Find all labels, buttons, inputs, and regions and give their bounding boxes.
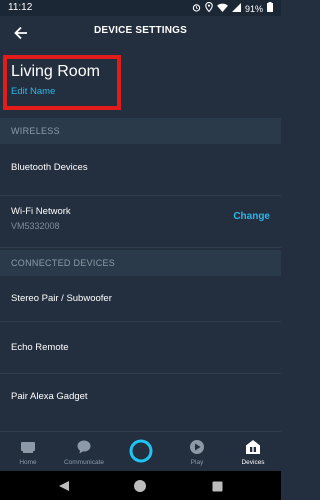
system-home-button[interactable] <box>132 478 148 494</box>
nav-communicate-label: Communicate <box>63 459 105 466</box>
triangle-back-icon <box>59 481 69 491</box>
alexa-button[interactable] <box>127 437 155 465</box>
signal-icon <box>231 2 241 15</box>
nav-devices[interactable]: Devices <box>227 432 279 472</box>
wifi-network-name: VM5332008 <box>11 221 60 231</box>
list-item-pair-alexa-gadget[interactable]: Pair Alexa Gadget <box>0 374 281 424</box>
battery-icon <box>267 2 273 15</box>
nav-home[interactable]: Home <box>2 432 54 472</box>
devices-icon <box>245 438 261 456</box>
section-header-label: WIRELESS <box>11 126 60 136</box>
device-name: Living Room <box>11 63 100 80</box>
circle-home-icon <box>134 480 146 492</box>
status-time: 11:12 <box>8 2 33 13</box>
wifi-icon <box>217 3 228 15</box>
system-back-button[interactable] <box>56 478 72 494</box>
list-item-label: Bluetooth Devices <box>11 162 88 173</box>
home-icon <box>20 438 36 456</box>
alexa-ring-icon <box>129 439 153 463</box>
alarm-icon <box>192 3 201 15</box>
system-recents-button[interactable] <box>209 478 225 494</box>
nav-communicate[interactable]: Communicate <box>58 432 110 472</box>
edit-name-link[interactable]: Edit Name <box>11 86 55 97</box>
app-bar: DEVICE SETTINGS <box>0 16 281 48</box>
page-title: DEVICE SETTINGS <box>93 25 187 36</box>
list-item-label: Pair Alexa Gadget <box>11 391 88 402</box>
section-header-label: CONNECTED DEVICES <box>11 258 116 268</box>
section-header-wireless: WIRELESS <box>0 118 281 144</box>
list-item-label: Wi-Fi Network <box>11 206 71 217</box>
nav-play[interactable]: Play <box>171 432 223 472</box>
list-item-wifi-network[interactable]: Wi-Fi Network VM5332008 Change <box>0 196 281 248</box>
list-item-stereo-pair[interactable]: Stereo Pair / Subwoofer <box>0 276 281 322</box>
nav-play-label: Play <box>190 459 204 466</box>
square-recents-icon <box>212 481 222 491</box>
play-icon <box>189 438 205 456</box>
bottom-nav: Home Communicate Play Devices <box>0 431 281 472</box>
status-icons: 91% <box>192 1 273 15</box>
battery-percent: 91% <box>244 3 263 14</box>
system-nav-bar <box>0 471 281 500</box>
change-wifi-button[interactable]: Change <box>233 211 270 222</box>
chat-bubble-icon <box>76 438 92 456</box>
device-header: Living Room Edit Name <box>0 48 281 114</box>
status-bar: 11:12 91% <box>0 0 281 16</box>
list-item-echo-remote[interactable]: Echo Remote <box>0 322 281 374</box>
section-header-connected-devices: CONNECTED DEVICES <box>0 250 281 276</box>
nav-home-label: Home <box>19 459 37 466</box>
list-item-label: Stereo Pair / Subwoofer <box>11 293 112 304</box>
nav-devices-label: Devices <box>241 459 265 466</box>
location-icon <box>205 1 213 15</box>
list-item-label: Echo Remote <box>11 342 69 353</box>
list-item-bluetooth-devices[interactable]: Bluetooth Devices <box>0 144 281 196</box>
